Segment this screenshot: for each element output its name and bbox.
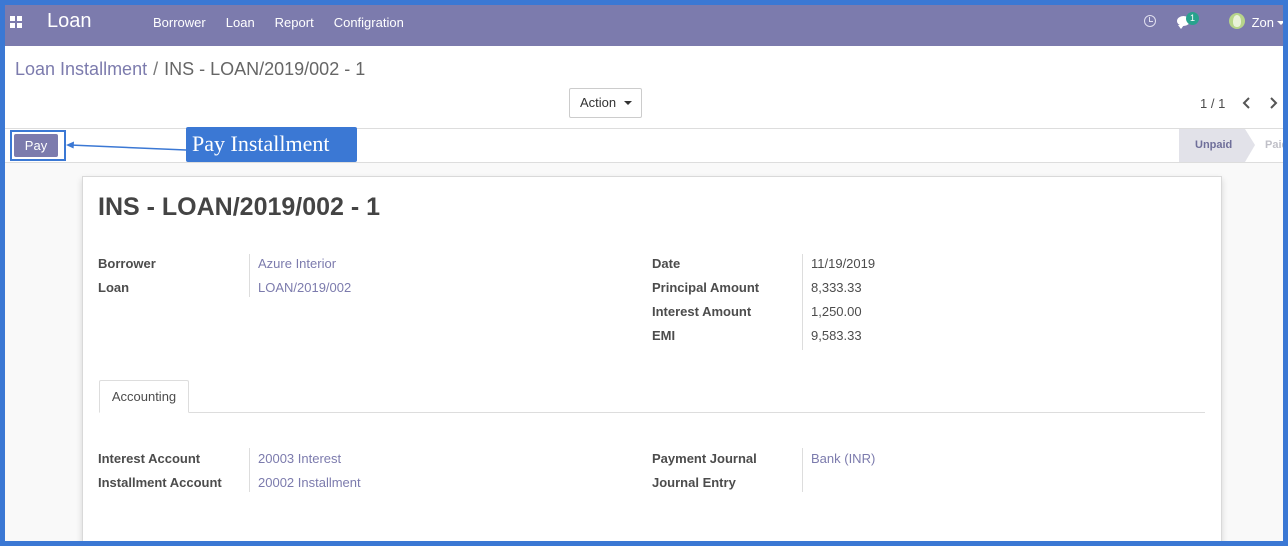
field-separator: [249, 448, 250, 492]
menu-report[interactable]: Report: [275, 15, 314, 30]
loan-label: Loan: [98, 280, 130, 295]
top-navbar: Loan Borrower Loan Report Configration 1…: [0, 0, 1288, 46]
stage-unpaid[interactable]: Unpaid: [1179, 129, 1255, 162]
date-value: 11/19/2019: [811, 256, 876, 271]
menu-configuration[interactable]: Configration: [334, 15, 404, 30]
chat-count-badge: 1: [1186, 12, 1199, 25]
interest-amount-label: Interest Amount: [652, 304, 752, 319]
pager-value[interactable]: 1 / 1: [1200, 96, 1225, 111]
pager-next-icon[interactable]: [1266, 96, 1280, 110]
principal-amount-value: 8,333.33: [811, 280, 862, 295]
user-menu-name[interactable]: Zon: [1252, 15, 1274, 30]
borrower-label: Borrower: [98, 256, 156, 271]
field-separator: [249, 254, 250, 297]
tabs-divider: [99, 412, 1205, 413]
action-label: Action: [580, 95, 617, 110]
form-sheet: [82, 176, 1222, 546]
caret-down-icon: [624, 101, 632, 105]
tab-accounting[interactable]: Accounting: [99, 380, 189, 413]
payment-journal-label: Payment Journal: [652, 451, 757, 466]
date-label: Date: [652, 256, 681, 271]
app-brand: Loan: [47, 10, 92, 32]
action-dropdown-button[interactable]: Action: [569, 88, 642, 118]
loan-link[interactable]: LOAN/2019/002: [258, 280, 351, 295]
journal-entry-label: Journal Entry: [652, 475, 736, 490]
activity-clock-icon[interactable]: [1144, 15, 1156, 27]
stage-paid[interactable]: Paid: [1262, 129, 1283, 162]
field-separator: [802, 448, 803, 492]
interest-account-label: Interest Account: [98, 451, 201, 466]
record-title: INS - LOAN/2019/002 - 1: [98, 193, 381, 221]
breadcrumb-separator: /: [153, 59, 159, 79]
installment-account-link[interactable]: 20002 Installment: [258, 475, 361, 490]
systray: 1 Zon: [1088, 0, 1288, 46]
field-separator: [802, 254, 803, 350]
callout-arrow-icon: [66, 141, 187, 151]
emi-label: EMI: [652, 328, 676, 343]
interest-amount-value: 1,250.00: [811, 304, 862, 319]
user-menu-chevron-down-icon[interactable]: [1277, 21, 1285, 25]
payment-journal-link[interactable]: Bank (INR): [811, 451, 875, 466]
breadcrumb-current: INS - LOAN/2019/002 - 1: [164, 59, 366, 79]
main-menu: Borrower Loan Report Configration: [153, 15, 424, 30]
principal-amount-label: Principal Amount: [652, 280, 760, 295]
pay-button-highlight-box: [10, 130, 66, 161]
menu-borrower[interactable]: Borrower: [153, 15, 206, 30]
menu-loan[interactable]: Loan: [226, 15, 255, 30]
apps-menu-icon[interactable]: [10, 16, 22, 28]
interest-account-link[interactable]: 20003 Interest: [258, 451, 341, 466]
installment-account-label: Installment Account: [98, 475, 222, 490]
borrower-link[interactable]: Azure Interior: [258, 256, 336, 271]
emi-value: 9,583.33: [811, 328, 862, 343]
pay-installment-callout: Pay Installment: [186, 127, 357, 162]
breadcrumb: Loan Installment / INS - LOAN/2019/002 - 1: [15, 59, 365, 80]
user-avatar[interactable]: [1229, 13, 1245, 29]
pager-previous-icon[interactable]: [1240, 96, 1254, 110]
breadcrumb-parent-link[interactable]: Loan Installment: [15, 59, 147, 79]
